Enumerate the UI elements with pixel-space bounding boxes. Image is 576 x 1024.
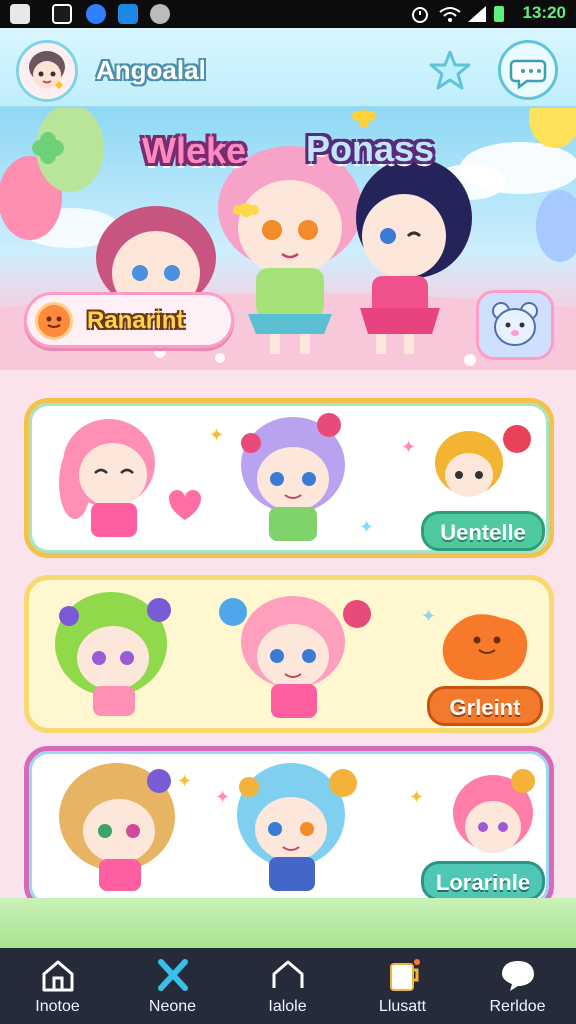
card-1-action-button[interactable]: Uentelle [421, 511, 545, 551]
nav-item-shop[interactable]: Llusatt [345, 948, 460, 1024]
sparkle-icon: ✦ [215, 787, 231, 808]
gallery-notification-icon [10, 4, 30, 24]
dropbox-notification-icon [118, 4, 138, 24]
pet-button[interactable] [476, 290, 554, 360]
avatar-portrait-icon [19, 43, 75, 99]
cross-icon [158, 959, 188, 991]
nav-label: Inotoe [35, 998, 80, 1015]
chat-bubble-icon [509, 59, 547, 90]
battery-icon [494, 6, 504, 22]
house-outline-icon [272, 960, 304, 988]
nav-label: Rerldoe [489, 998, 546, 1015]
sparkle-icon: ✦ [421, 606, 437, 627]
nav-item-chat[interactable]: Rerldoe [460, 948, 575, 1024]
nav-item-town[interactable]: Ialole [230, 948, 345, 1024]
app-header: Angoalal [0, 28, 576, 108]
character-card-2[interactable]: ✦ Grleint [24, 575, 554, 733]
card-2-action-button[interactable]: Grleint [427, 686, 543, 726]
username: Angoalal [96, 55, 206, 85]
sparkle-icon: ✦ [177, 771, 193, 792]
avatar[interactable] [16, 40, 78, 102]
nav-label: Llusatt [378, 998, 427, 1015]
home-icon [42, 960, 74, 992]
clock: 13:20 [522, 3, 566, 22]
nav-label: Ialole [268, 998, 307, 1015]
character-card-1[interactable]: ✦ ✦ ✦ Uentelle [24, 398, 554, 558]
favorites-button[interactable] [420, 40, 480, 100]
nav-label: Neone [148, 998, 197, 1015]
bear-icon [492, 302, 538, 346]
rank-label: Ranarint [87, 307, 185, 334]
sparkle-icon: ✦ [209, 425, 225, 446]
settings-notification-icon [150, 4, 170, 24]
chat-button[interactable] [498, 40, 558, 100]
card-3-action-button[interactable]: Lorarinle [421, 861, 545, 901]
hero-title-right: Ponass [306, 128, 435, 169]
status-bar: 13:20 [0, 0, 576, 28]
bottom-navigation: Inotoe Neone Ialole Llusatt Rerldoe [0, 948, 576, 1024]
grass-decoration [0, 898, 576, 950]
bubble-icon [502, 961, 534, 991]
sparkle-icon: ✦ [401, 437, 417, 458]
nav-item-battle[interactable]: Neone [115, 948, 230, 1024]
signal-icon [468, 6, 486, 22]
star-icon [429, 50, 471, 90]
sparkle-icon: ✦ [359, 517, 375, 538]
hero-title-left: Wleke [142, 130, 247, 171]
app-notification-icon [86, 4, 106, 24]
rank-button[interactable]: Ranarint [24, 292, 234, 348]
messenger-notification-icon [52, 4, 72, 24]
sparkle-icon: ✦ [409, 787, 425, 808]
nav-item-home[interactable]: Inotoe [0, 948, 115, 1024]
rank-badge-icon [35, 302, 73, 340]
cup-icon [390, 959, 420, 991]
character-card-3[interactable]: ✦ ✦ ✦ Lorarinle [24, 746, 554, 910]
alarm-icon [412, 7, 428, 23]
wifi-icon [439, 7, 461, 22]
